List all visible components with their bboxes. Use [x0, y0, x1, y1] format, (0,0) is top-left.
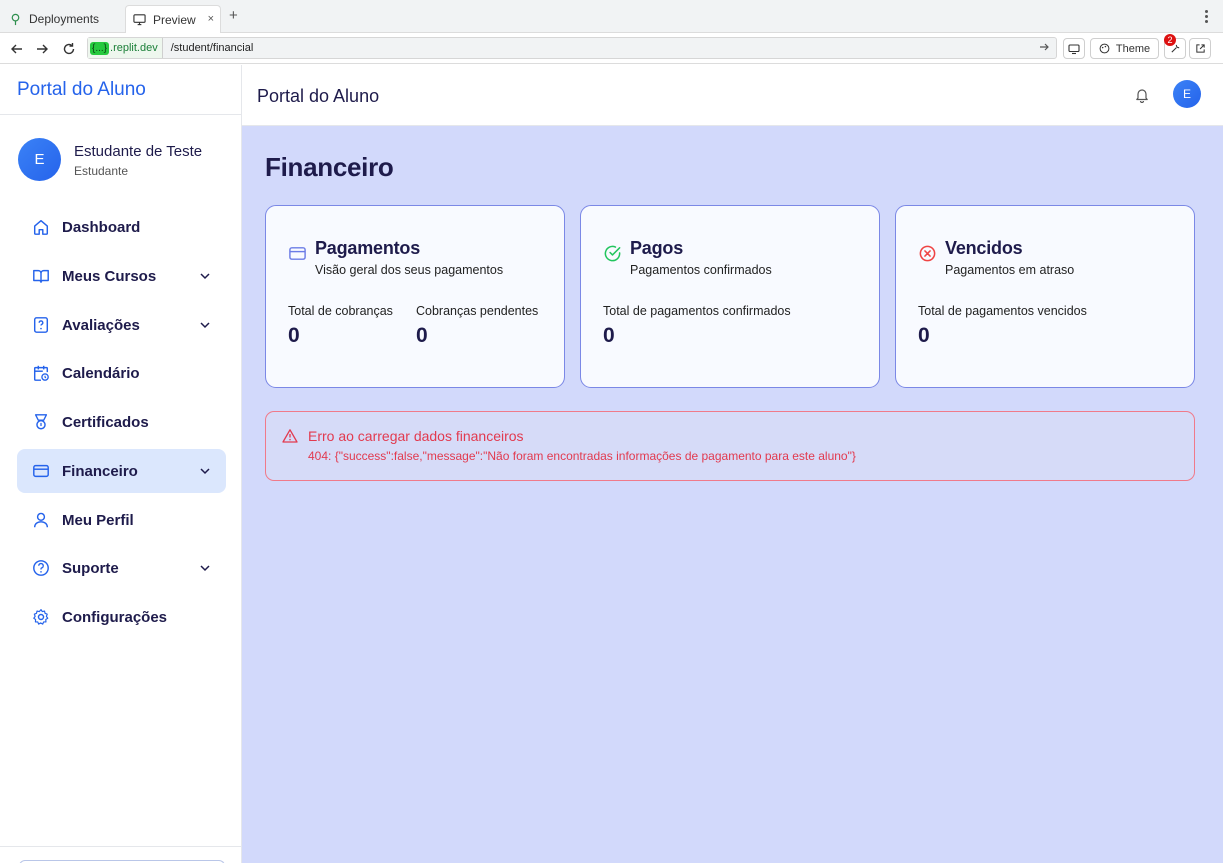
tree-icon: [8, 12, 22, 26]
avatar[interactable]: E: [1173, 80, 1201, 108]
user-name: Estudante de Teste: [74, 143, 203, 160]
card-title: Pagos: [630, 238, 684, 258]
credit-card-icon: [289, 247, 306, 260]
sidebar-item-certificates[interactable]: Certificados: [17, 400, 226, 444]
external-link-icon: [1195, 44, 1205, 53]
monitor-icon: [132, 13, 146, 27]
bell-icon[interactable]: [1134, 87, 1150, 103]
payments-card: Pagamentos Visão geral dos seus pagament…: [265, 205, 565, 388]
page-title: Financeiro: [265, 152, 394, 182]
url-path: /student/financial: [170, 42, 254, 54]
paid-card: Pagos Pagamentos confirmados Total de pa…: [580, 205, 880, 388]
browser-tab-bar: Deployments Preview × +: [0, 0, 1223, 33]
chevron-down-icon: [200, 322, 210, 329]
devtools-button[interactable]: 2: [1164, 34, 1186, 59]
devtools-badge: 2: [1164, 34, 1176, 46]
stat-value: 0: [918, 324, 930, 347]
reload-icon[interactable]: [61, 41, 77, 57]
user-role: Estudante: [74, 164, 129, 178]
go-arrow-icon[interactable]: [1038, 41, 1050, 56]
url-host-text: .replit.dev: [110, 42, 158, 54]
sidebar-item-label: Meus Cursos: [62, 268, 157, 285]
sidebar-item-support[interactable]: Suporte: [17, 546, 226, 590]
stat-label: Total de cobranças: [288, 304, 393, 318]
back-arrow-icon[interactable]: [9, 41, 25, 57]
device-preview-button[interactable]: [1063, 38, 1085, 59]
stat-value: 0: [288, 324, 300, 347]
overdue-card: Vencidos Pagamentos em atraso Total de p…: [895, 205, 1195, 388]
error-alert: Erro ao carregar dados financeiros 404: …: [265, 411, 1195, 481]
check-circle-icon: [604, 245, 621, 262]
main-content: Financeiro Pagamentos Visão geral dos se…: [242, 126, 1223, 863]
divider: [0, 846, 241, 847]
sidebar-item-settings[interactable]: Configurações: [17, 595, 226, 639]
stat-label: Total de pagamentos vencidos: [918, 304, 1087, 318]
sidebar-item-financial[interactable]: Financeiro: [17, 449, 226, 493]
credit-card-icon: [33, 464, 49, 478]
palette-icon: [1099, 43, 1110, 54]
theme-button[interactable]: Theme: [1090, 38, 1159, 59]
header-title: Portal do Aluno: [257, 86, 380, 106]
url-field[interactable]: {...} .replit.dev /student/financial: [87, 37, 1057, 59]
chevron-down-icon: [200, 565, 210, 572]
card-title: Pagamentos: [315, 238, 421, 258]
card-title: Vencidos: [945, 238, 1023, 258]
stat-label: Cobranças pendentes: [416, 304, 539, 318]
tab-deployments-label: Deployments: [29, 12, 100, 26]
tab-preview[interactable]: Preview ×: [125, 5, 221, 33]
divider: [0, 114, 241, 115]
quiz-icon: [33, 317, 49, 333]
sidebar-item-calendar[interactable]: Calendário: [17, 351, 226, 395]
chevron-down-icon: [200, 273, 210, 280]
sidebar-item-assessments[interactable]: Avaliações: [17, 303, 226, 347]
warning-triangle-icon: [282, 429, 298, 443]
sidebar-item-courses[interactable]: Meus Cursos: [17, 254, 226, 298]
theme-label: Theme: [1115, 42, 1151, 55]
user-avatar: E: [18, 138, 61, 181]
screen-icon: [1068, 43, 1080, 54]
card-subtitle: Visão geral dos seus pagamentos: [315, 263, 504, 277]
sidebar-item-label: Financeiro: [62, 463, 138, 480]
stat-value: 0: [416, 324, 428, 347]
calendar-clock-icon: [33, 365, 49, 381]
forward-arrow-icon[interactable]: [34, 41, 50, 57]
user-icon: [33, 512, 49, 528]
top-header: Portal do Aluno E: [242, 65, 1223, 126]
sidebar-item-label: Avaliações: [62, 317, 140, 334]
home-icon: [33, 219, 49, 235]
card-subtitle: Pagamentos em atraso: [945, 263, 1075, 277]
url-host: {...} .replit.dev: [88, 38, 163, 58]
tab-preview-label: Preview: [153, 12, 196, 27]
stat-value: 0: [603, 324, 615, 347]
open-external-button[interactable]: [1189, 38, 1211, 59]
tab-deployments[interactable]: Deployments: [6, 5, 122, 33]
sidebar-item-label: Dashboard: [62, 219, 141, 236]
url-host-badge: {...}: [90, 41, 110, 55]
brand-logo[interactable]: Portal do Aluno: [17, 79, 146, 101]
award-icon: [34, 414, 48, 430]
card-subtitle: Pagamentos confirmados: [630, 263, 772, 277]
new-tab-button[interactable]: +: [229, 8, 238, 23]
sidebar-item-label: Calendário: [62, 365, 140, 382]
sidebar-item-profile[interactable]: Meu Perfil: [17, 498, 226, 542]
sidebar-item-label: Configurações: [62, 609, 168, 626]
sidebar-item-label: Suporte: [62, 560, 119, 577]
sidebar-item-label: Certificados: [62, 414, 149, 431]
sidebar: Portal do Aluno E Estudante de Teste Est…: [0, 65, 242, 863]
kebab-menu-icon[interactable]: [1205, 10, 1209, 25]
address-bar: {...} .replit.dev /student/financial The…: [0, 33, 1223, 64]
alert-message: 404: {"success":false,"message":"Não for…: [308, 449, 856, 463]
stat-label: Total de pagamentos confirmados: [603, 304, 791, 318]
x-circle-icon: [919, 245, 936, 262]
gear-icon: [33, 609, 49, 625]
help-circle-icon: [33, 560, 49, 576]
sidebar-item-label: Meu Perfil: [62, 512, 134, 529]
sidebar-item-dashboard[interactable]: Dashboard: [17, 205, 226, 249]
book-icon: [33, 269, 49, 284]
chevron-down-icon: [200, 468, 210, 475]
tab-close-icon[interactable]: ×: [208, 13, 214, 25]
alert-title: Erro ao carregar dados financeiros: [308, 428, 524, 444]
